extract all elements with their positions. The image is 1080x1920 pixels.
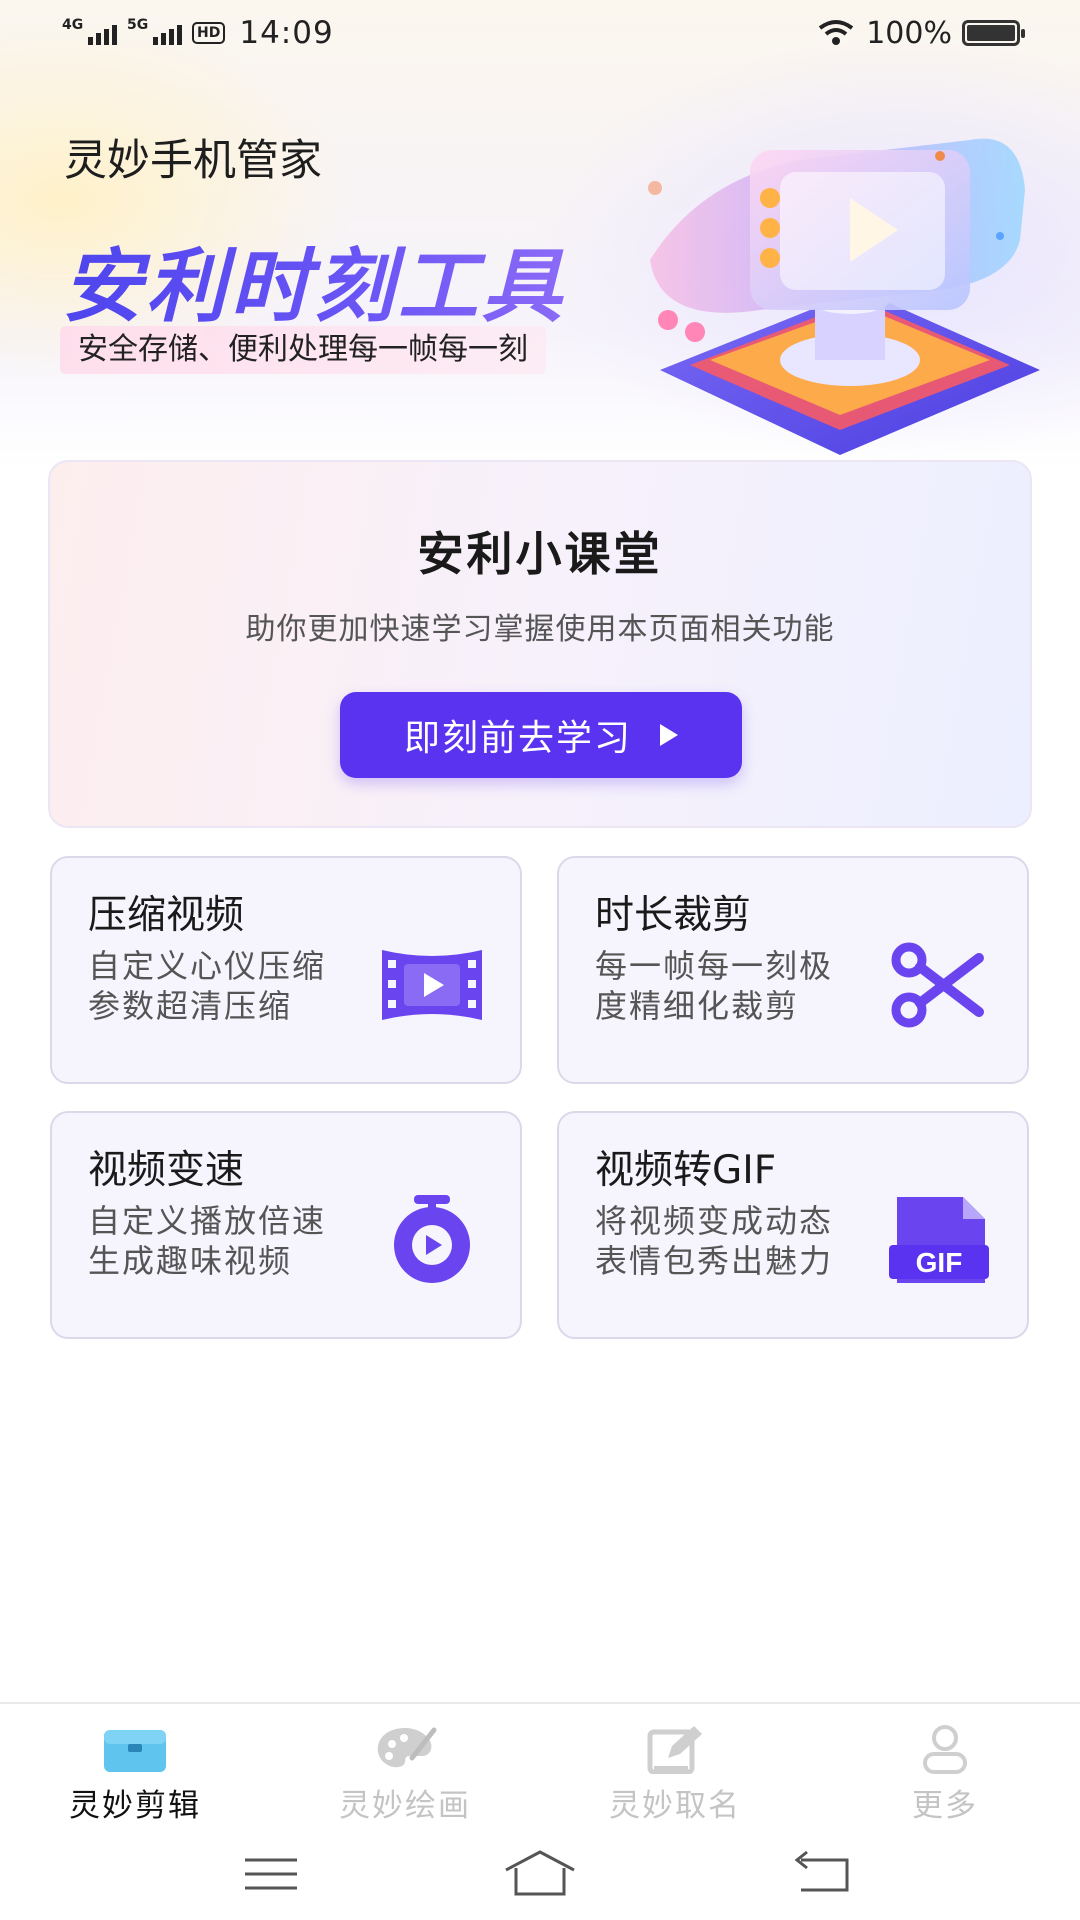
toolbox-icon (104, 1730, 166, 1772)
hero-subtitle: 安全存储、便利处理每一帧每一刻 (60, 326, 546, 374)
scissors-icon (891, 942, 984, 1028)
feature-description: 每一帧每一刻极度精细化裁剪 (595, 947, 834, 1025)
feature-card-compress-video[interactable]: 压缩视频 自定义心仪压缩 参数超清压缩 (50, 856, 522, 1084)
feature-title: 压缩视频 (88, 893, 245, 938)
feature-description: 将视频变成动态表情包秀出魅力 (595, 1202, 834, 1280)
battery-percent: 100% (866, 15, 952, 51)
user-icon (923, 1725, 967, 1774)
classroom-card: 安利小课堂 助你更加快速学习掌握使用本页面相关功能 即刻前去学习 (48, 460, 1032, 828)
network-type-label: 4G (62, 17, 84, 33)
battery-icon (962, 20, 1025, 46)
feature-description: 自定义心仪压缩 参数超清压缩 (88, 947, 327, 1025)
system-navigation-bar (0, 1832, 1080, 1920)
status-left: 4G 5G HD 14:09 (62, 15, 334, 51)
feature-title: 视频转GIF (595, 1148, 777, 1193)
start-learning-button[interactable]: 即刻前去学习 (340, 692, 742, 778)
network-type-label: 5G (127, 17, 149, 33)
start-learning-label: 即刻前去学习 (403, 718, 632, 759)
feature-card-video-to-gif[interactable]: 视频转GIF 将视频变成动态表情包秀出魅力 GIF (557, 1111, 1029, 1339)
feature-title: 时长裁剪 (595, 893, 752, 938)
play-arrow-icon (660, 724, 678, 746)
nav-label: 灵妙绘画 (339, 1788, 471, 1824)
bottom-nav: 灵妙剪辑 灵妙绘画 灵妙取名 更多 (0, 1702, 1080, 1832)
back-icon[interactable] (783, 1844, 863, 1904)
classroom-description: 助你更加快速学习掌握使用本页面相关功能 (245, 612, 835, 647)
home-icon[interactable] (500, 1844, 580, 1904)
signal-5g-icon: 5G (127, 17, 182, 45)
nav-label: 更多 (912, 1788, 978, 1824)
wifi-icon (819, 20, 854, 45)
hero-headline: 安利时刻工具 (62, 222, 566, 338)
app-title: 灵妙手机管家 (64, 136, 322, 186)
feature-card-speed-change[interactable]: 视频变速 自定义播放倍速生成趣味视频 (50, 1111, 522, 1339)
nav-item-naming[interactable]: 灵妙取名 (540, 1704, 810, 1832)
nav-label: 灵妙取名 (609, 1788, 741, 1824)
nav-label: 灵妙剪辑 (69, 1788, 201, 1824)
gif-icon-text: GIF (916, 1247, 963, 1278)
menu-icon[interactable] (231, 1844, 311, 1904)
video-tool-illustration (648, 138, 1040, 455)
hd-voice-icon: HD (192, 22, 226, 44)
nav-item-painting[interactable]: 灵妙绘画 (270, 1704, 540, 1832)
nav-item-more[interactable]: 更多 (810, 1704, 1080, 1832)
status-bar: 4G 5G HD 14:09 100% (0, 0, 1080, 66)
gif-file-icon: GIF (889, 1197, 989, 1283)
nav-item-editing[interactable]: 灵妙剪辑 (0, 1704, 270, 1832)
signal-4g-icon: 4G (62, 17, 117, 45)
palette-icon (377, 1727, 437, 1768)
edit-icon (647, 1726, 702, 1774)
film-play-icon (382, 950, 482, 1020)
clock: 14:09 (239, 15, 334, 51)
status-right: 100% (816, 15, 1025, 51)
stopwatch-play-icon (394, 1195, 470, 1283)
feature-description: 自定义播放倍速生成趣味视频 (88, 1202, 327, 1280)
feature-title: 视频变速 (88, 1148, 245, 1193)
feature-card-trim-duration[interactable]: 时长裁剪 每一帧每一刻极度精细化裁剪 (557, 856, 1029, 1084)
classroom-title: 安利小课堂 (417, 527, 663, 581)
